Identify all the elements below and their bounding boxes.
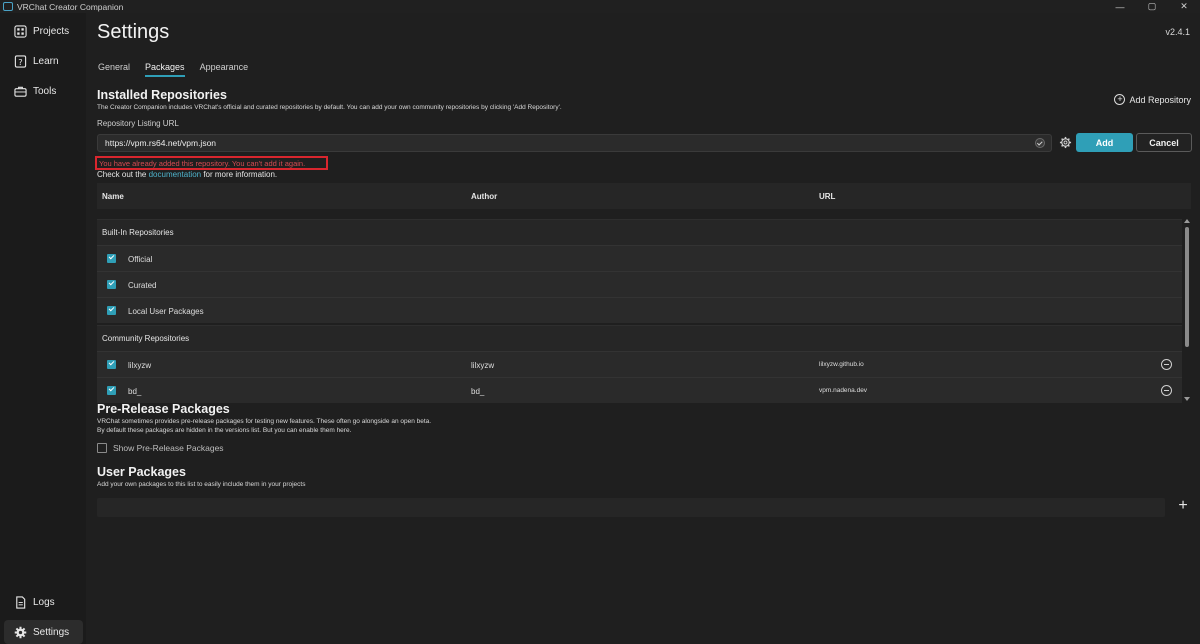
installed-repositories-description: The Creator Companion includes VRChat's …: [97, 104, 562, 111]
prerelease-checkbox[interactable]: [97, 443, 107, 453]
repo-author: bd_: [471, 387, 485, 396]
repo-name: Curated: [128, 281, 157, 290]
repo-name: Official: [128, 255, 153, 264]
show-prerelease-toggle[interactable]: Show Pre-Release Packages: [97, 443, 224, 453]
repo-enabled-checkbox[interactable]: [107, 254, 116, 263]
gear-icon: [14, 626, 27, 638]
table-row: Curated: [97, 271, 1182, 297]
repo-enabled-checkbox[interactable]: [107, 280, 116, 289]
table-scrollbar[interactable]: [1183, 219, 1191, 403]
sidebar: Projects ? Learn Tools Logs Settings: [0, 13, 86, 644]
repo-enabled-checkbox[interactable]: [107, 360, 116, 369]
sidebar-item-label: Logs: [33, 596, 55, 608]
logs-document-icon: [16, 595, 26, 609]
documentation-info: Check out the documentation for more inf…: [97, 170, 277, 179]
scroll-down-arrow-icon[interactable]: [1184, 397, 1190, 401]
repo-author: lilxyzw: [471, 361, 495, 370]
repo-name: bd_: [128, 387, 142, 396]
main-content: Settings v2.4.1 General Packages Appeara…: [86, 13, 1200, 644]
table-row: Official: [97, 245, 1182, 271]
column-header-author[interactable]: Author: [471, 192, 497, 201]
tab-appearance[interactable]: Appearance: [200, 62, 249, 77]
settings-tabs: General Packages Appearance: [98, 62, 248, 77]
sidebar-item-settings[interactable]: Settings: [4, 620, 83, 644]
sidebar-item-label: Projects: [33, 25, 70, 37]
tab-packages[interactable]: Packages: [145, 62, 185, 77]
sidebar-item-label: Settings: [33, 626, 70, 638]
repo-enabled-checkbox[interactable]: [107, 386, 116, 395]
remove-repo-icon[interactable]: [1161, 385, 1172, 396]
toolbox-icon: [14, 86, 27, 97]
add-button[interactable]: Add: [1076, 133, 1133, 152]
info-suffix: for more information.: [203, 170, 278, 179]
group-row-community: Community Repositories: [97, 325, 1182, 351]
error-message: You have already added this repository. …: [99, 158, 306, 168]
table-row: bd_ bd_ vpm.nadena.dev: [97, 377, 1182, 403]
maximize-icon[interactable]: ▢: [1136, 0, 1168, 13]
repository-url-label: Repository Listing URL: [97, 119, 179, 128]
repositories-table: Name Author URL Built-In Repositories Of…: [97, 183, 1191, 403]
remove-repo-icon[interactable]: [1161, 359, 1172, 370]
user-packages-description: Add your own packages to this list to ea…: [97, 481, 306, 488]
add-repository-label: Add Repository: [1129, 94, 1191, 105]
svg-text:?: ?: [18, 56, 22, 66]
documentation-link[interactable]: documentation: [149, 170, 201, 179]
user-packages-list: [97, 498, 1165, 517]
gear-icon[interactable]: [1059, 136, 1072, 149]
learn-question-icon: ?: [14, 54, 27, 68]
check-circle-icon: [1035, 138, 1045, 148]
sidebar-item-label: Learn: [33, 55, 59, 67]
prerelease-description-line1: VRChat sometimes provides pre-release pa…: [97, 418, 432, 425]
repo-name: lilxyzw: [128, 361, 152, 370]
column-header-name[interactable]: Name: [102, 192, 124, 201]
app-logo-icon: [3, 2, 13, 11]
repo-url: vpm.nadena.dev: [819, 387, 868, 394]
installed-repositories-title: Installed Repositories: [97, 88, 227, 102]
group-label: Community Repositories: [102, 334, 190, 343]
prerelease-description-line2: By default these packages are hidden in …: [97, 427, 352, 434]
column-header-url[interactable]: URL: [819, 192, 835, 201]
prerelease-toggle-label: Show Pre-Release Packages: [113, 443, 224, 453]
table-header: Name Author URL: [97, 183, 1191, 209]
page-title: Settings: [97, 21, 170, 43]
tab-general[interactable]: General: [98, 62, 130, 77]
table-row: lilxyzw lilxyzw lilxyzw.github.io: [97, 351, 1182, 377]
cancel-button[interactable]: Cancel: [1136, 133, 1192, 152]
sidebar-item-label: Tools: [33, 85, 57, 97]
repo-enabled-checkbox[interactable]: [107, 306, 116, 315]
add-user-package-plus-icon[interactable]: +: [1175, 498, 1191, 514]
window-title: VRChat Creator Companion: [17, 1, 124, 12]
group-label: Built-In Repositories: [102, 228, 174, 237]
group-row-builtin: Built-In Repositories: [97, 219, 1182, 245]
plus-circle-icon: +: [1114, 94, 1126, 105]
scroll-up-arrow-icon[interactable]: [1184, 219, 1190, 223]
table-row: Local User Packages: [97, 297, 1182, 323]
minimize-icon[interactable]: —: [1104, 0, 1136, 13]
sidebar-item-projects[interactable]: Projects: [4, 19, 83, 43]
sidebar-item-logs[interactable]: Logs: [4, 590, 83, 614]
error-message-box: You have already added this repository. …: [95, 156, 328, 170]
repository-url-input[interactable]: [97, 134, 1052, 152]
close-icon[interactable]: ✕: [1168, 0, 1200, 13]
prerelease-title: Pre-Release Packages: [97, 402, 230, 416]
repo-url: lilxyzw.github.io: [819, 361, 864, 368]
title-bar: VRChat Creator Companion — ▢ ✕: [0, 0, 1200, 13]
repo-name: Local User Packages: [128, 307, 204, 316]
sidebar-item-tools[interactable]: Tools: [4, 79, 83, 103]
user-packages-title: User Packages: [97, 465, 186, 479]
version-label: v2.4.1: [1165, 27, 1190, 37]
projects-grid-icon: [14, 24, 27, 38]
scroll-thumb[interactable]: [1185, 227, 1189, 347]
sidebar-item-learn[interactable]: ? Learn: [4, 49, 83, 73]
table-body: Built-In Repositories Official Curated L…: [97, 209, 1182, 403]
add-repository-button[interactable]: + Add Repository: [1114, 94, 1191, 105]
window-controls: — ▢ ✕: [1104, 0, 1200, 13]
info-prefix: Check out the: [97, 170, 147, 179]
